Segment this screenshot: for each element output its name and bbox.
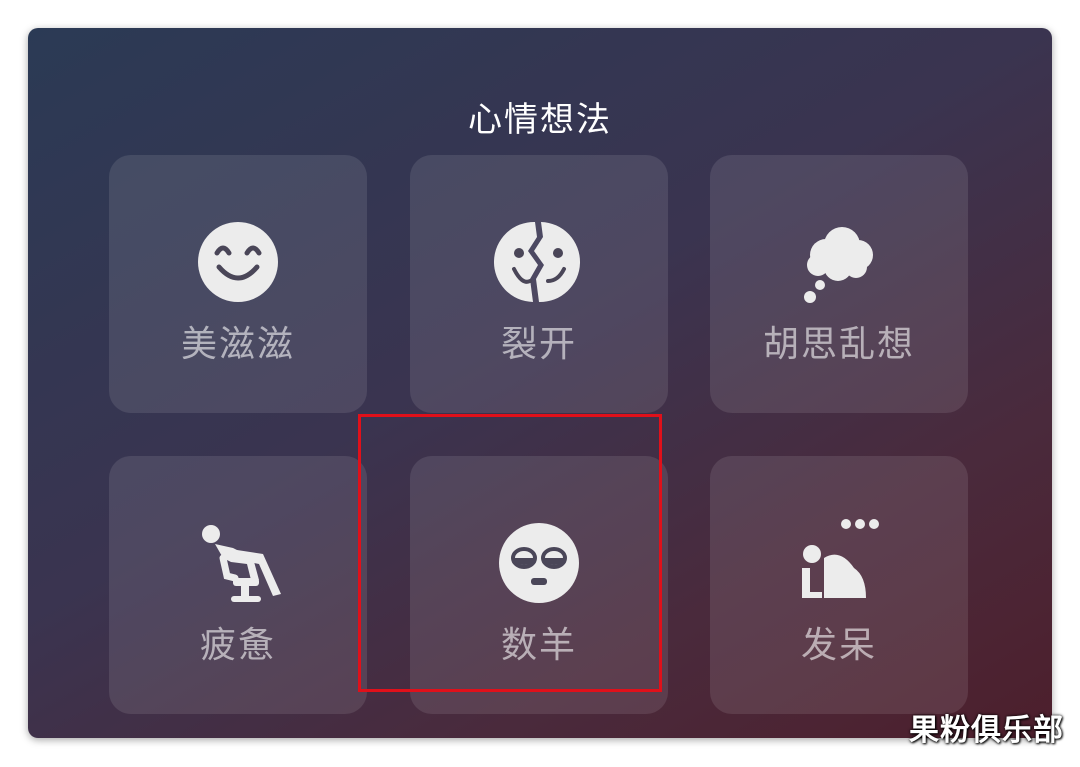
mood-tile-label: 裂开 [500,324,577,365]
mood-tile-tired[interactable]: 疲惫 [109,456,367,714]
watermark: 果粉俱乐部 [909,713,1064,748]
selection-highlight-box [358,414,662,692]
mood-tile-label: 发呆 [800,625,877,666]
daydream-person-icon [794,518,884,608]
mood-tile-label: 疲惫 [199,625,276,666]
mood-tile-happy[interactable]: 美滋滋 [109,155,367,413]
mood-tile-daydream[interactable]: 发呆 [710,456,968,714]
panel-title: 心情想法 [468,100,612,140]
mood-tile-label: 美滋滋 [180,324,295,365]
smile-icon [193,217,283,307]
mood-tile-thoughts[interactable]: 胡思乱想 [710,155,968,413]
mood-tile-label: 胡思乱想 [762,324,915,365]
mood-tile-cracked[interactable]: 裂开 [410,155,668,413]
slumped-person-icon [193,518,283,608]
thought-cloud-icon [794,217,884,307]
cracked-face-icon [494,217,584,307]
